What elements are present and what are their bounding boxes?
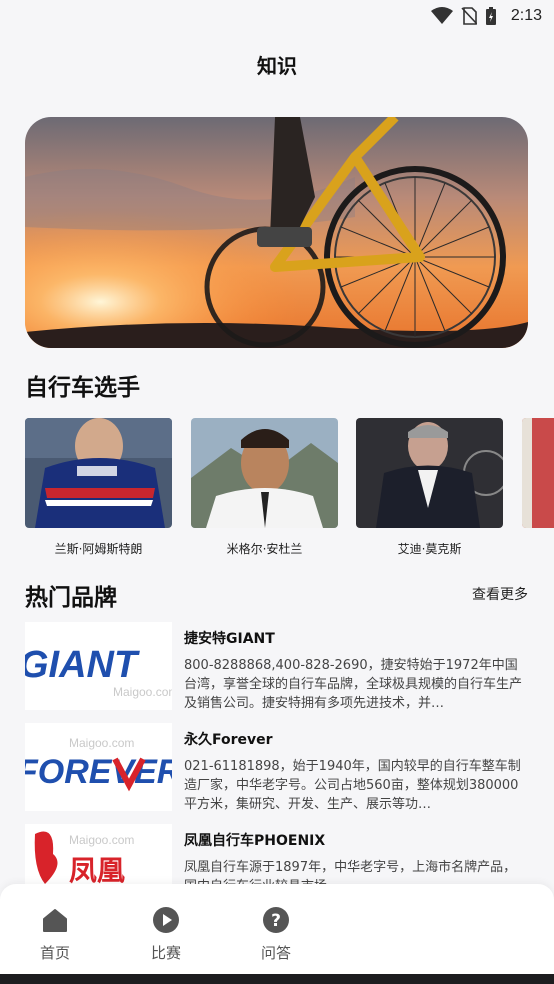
tab-home-label: 首页 xyxy=(39,944,70,962)
banner-image xyxy=(25,117,528,348)
logo-text: 凤凰 xyxy=(69,854,125,887)
status-time: 2:13 xyxy=(510,7,542,24)
home-icon xyxy=(43,909,67,932)
rider-name: 艾迪·莫克斯 xyxy=(397,542,462,556)
rider-card-partial[interactable] xyxy=(522,418,554,528)
no-sim-icon xyxy=(461,7,477,25)
bottom-tab-bar: 首页 比赛 ? 问答 xyxy=(0,884,554,974)
rider-name: 米格尔·安杜兰 xyxy=(226,542,303,556)
view-more-link[interactable]: 查看更多 xyxy=(472,584,528,604)
brand-desc: 021-61181898，始于1940年，国内较早的自行车整车制造厂家，中华老字… xyxy=(184,759,521,812)
system-nav-bar xyxy=(0,974,554,984)
rider-name: 兰斯·阿姆斯特朗 xyxy=(54,542,143,556)
status-bar: 2:13 xyxy=(0,0,554,32)
logo-watermark: Maigoo.com xyxy=(69,833,134,847)
tab-match-label: 比赛 xyxy=(150,944,181,962)
tab-match[interactable]: 比赛 xyxy=(136,906,196,963)
brand-item[interactable]: GIANT Maigoo.com 捷安特GIANT 800-8288868,40… xyxy=(25,622,535,711)
wifi-icon xyxy=(430,7,453,24)
rider-card[interactable]: 艾迪·莫克斯 xyxy=(356,418,503,557)
rider-card[interactable]: 米格尔·安杜兰 xyxy=(191,418,338,557)
tab-qa[interactable]: ? 问答 xyxy=(246,906,306,963)
riders-carousel[interactable]: 兰斯·阿姆斯特朗 米格尔·安杜兰 艾迪·莫克斯 xyxy=(25,418,554,563)
logo-watermark: Maigoo.com xyxy=(113,685,172,699)
rider-photo xyxy=(25,418,172,528)
play-icon xyxy=(153,907,179,933)
battery-charging-icon xyxy=(485,7,496,25)
logo-text: FOREVER xyxy=(25,753,172,791)
brand-logo: GIANT Maigoo.com xyxy=(25,622,172,710)
brand-name: 永久Forever xyxy=(184,732,273,748)
logo-text: GIANT xyxy=(25,644,140,686)
brand-name: 凤凰自行车PHOENIX xyxy=(184,833,326,849)
tab-qa-label: 问答 xyxy=(260,944,291,962)
svg-text:?: ? xyxy=(271,911,281,931)
page-title: 知识 xyxy=(257,54,297,78)
brand-name: 捷安特GIANT xyxy=(184,631,275,647)
brand-item[interactable]: Maigoo.com FOREVER 永久Forever 021-6118189… xyxy=(25,723,535,812)
rider-card[interactable]: 兰斯·阿姆斯特朗 xyxy=(25,418,172,557)
rider-photo xyxy=(191,418,338,528)
brand-logo: Maigoo.com FOREVER xyxy=(25,723,172,811)
brands-section-title: 热门品牌 xyxy=(25,585,117,611)
riders-section-title: 自行车选手 xyxy=(25,375,140,401)
tab-home[interactable]: 首页 xyxy=(25,906,85,963)
rider-photo xyxy=(356,418,503,528)
logo-watermark: Maigoo.com xyxy=(69,736,134,750)
hero-banner[interactable] xyxy=(25,117,528,348)
rider-photo xyxy=(522,418,554,528)
question-icon: ? xyxy=(263,907,289,933)
brand-desc: 800-8288868,400-828-2690，捷安特始于1972年中国台湾，… xyxy=(184,658,523,711)
